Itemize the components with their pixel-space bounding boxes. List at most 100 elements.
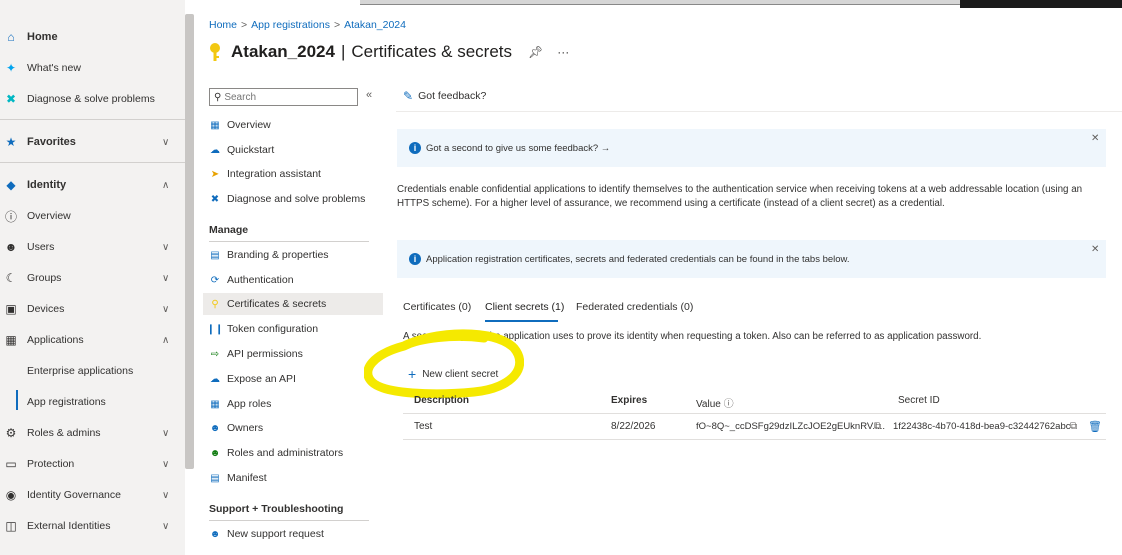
applications-grid-icon: ▦	[5, 333, 17, 347]
nav-identity-governance[interactable]: ◉ Identity Governance ∨	[0, 483, 185, 507]
nav-identity[interactable]: ◆ Identity ∧	[0, 173, 185, 197]
close-icon[interactable]: ✕	[1091, 133, 1099, 144]
branding-icon: ▤	[210, 249, 220, 261]
nav-whats-new[interactable]: ✦ What's new	[0, 56, 185, 80]
nav-enterprise-apps[interactable]: Enterprise applications	[0, 359, 185, 383]
menu-overview[interactable]: ▦ Overview	[203, 114, 383, 136]
identity-diamond-icon: ◆	[6, 178, 16, 192]
page-title: Atakan_2024 | Certificates & secrets 📌︎ …	[209, 40, 569, 64]
nav-protection-label: Protection	[27, 458, 75, 470]
menu-token-config-label: Token configuration	[227, 323, 319, 335]
menu-quickstart[interactable]: ☁ Quickstart	[203, 139, 383, 161]
tab-client-secrets[interactable]: Client secrets (1)	[485, 301, 564, 313]
browser-top-dark	[960, 0, 1122, 8]
nav-roles-admins[interactable]: ⚙ Roles & admins ∨	[0, 421, 185, 445]
tab-certificates[interactable]: Certificates (0)	[403, 301, 471, 313]
cell-value: fO~8Q~_ccDSFg29dzILZcJOE2gEUknRV.l...	[696, 421, 886, 432]
nav-devices-label: Devices	[27, 303, 65, 315]
menu-token-config[interactable]: ❙❙ Token configuration	[203, 318, 383, 340]
devices-icon: ▣	[5, 302, 17, 316]
yellow-highlight-annotation	[364, 329, 524, 398]
breadcrumb-separator-icon: >	[333, 19, 341, 31]
token-bars-icon: ❙❙	[206, 323, 224, 335]
nav-users-label: Users	[27, 241, 55, 253]
breadcrumb-home[interactable]: Home	[209, 19, 237, 31]
feedback-info-text[interactable]: Got a second to give us some feedback? →	[426, 143, 610, 154]
nav-diagnose[interactable]: ✖ Diagnose & solve problems	[0, 87, 185, 111]
feedback-info-bar: i Got a second to give us some feedback?…	[397, 129, 1106, 167]
close-icon[interactable]: ✕	[1091, 244, 1099, 255]
lock-icon: ▭	[5, 457, 17, 471]
menu-search-box[interactable]: ⚲	[209, 88, 358, 106]
user-icon: ☻	[4, 240, 18, 254]
menu-owners[interactable]: ☻ Owners	[203, 417, 383, 439]
menu-divider	[209, 520, 369, 521]
table-header-divider	[403, 413, 1106, 414]
chevron-up-icon: ∧	[162, 179, 170, 191]
menu-new-support[interactable]: ☻ New support request	[203, 523, 383, 545]
chevron-down-icon: ∨	[162, 489, 170, 501]
menu-branding[interactable]: ▤ Branding & properties	[203, 244, 383, 266]
cell-expires: 8/22/2026	[611, 421, 656, 432]
nav-external-identities[interactable]: ◫ External Identities ∨	[0, 514, 185, 538]
cell-secret-id: 1f22438c-4b70-418d-bea9-c32442762abc	[893, 421, 1071, 432]
nav-app-registrations[interactable]: App registrations	[0, 390, 185, 414]
delete-icon[interactable]: 🗑︎	[1088, 420, 1102, 433]
collapse-menu-icon[interactable]: «	[366, 89, 372, 101]
command-bar-divider	[396, 111, 1122, 112]
menu-roles-admins[interactable]: ☻ Roles and administrators	[203, 442, 383, 464]
menu-integration-assistant[interactable]: ➤ Integration assistant	[203, 163, 383, 185]
menu-app-roles[interactable]: ▦ App roles	[203, 393, 383, 415]
active-tab-indicator	[485, 320, 558, 322]
roles-admins-icon: ☻	[209, 447, 221, 459]
nav-groups[interactable]: ☾ Groups ∨	[0, 266, 185, 290]
got-feedback-button[interactable]: ✎ Got feedback?	[403, 89, 486, 103]
menu-manifest[interactable]: ▤ Manifest	[203, 467, 383, 489]
menu-diagnose-label: Diagnose and solve problems	[227, 193, 366, 205]
chevron-down-icon: ∨	[162, 303, 170, 315]
tab-federated-credentials[interactable]: Federated credentials (0)	[576, 301, 693, 313]
browser-top-strip	[360, 0, 960, 5]
tabs-info-bar: i Application registration certificates,…	[397, 240, 1106, 278]
megaphone-icon: ✦	[5, 61, 17, 75]
more-options-icon[interactable]: ···	[557, 45, 569, 59]
menu-search-input[interactable]	[224, 91, 345, 103]
cloud-icon: ☁	[210, 373, 220, 385]
menu-owners-label: Owners	[227, 422, 264, 434]
api-permissions-icon: ⇨	[210, 348, 220, 360]
menu-new-support-label: New support request	[227, 528, 324, 540]
menu-api-permissions[interactable]: ⇨ API permissions	[203, 343, 383, 365]
nav-devices[interactable]: ▣ Devices ∨	[0, 297, 185, 321]
nav-home[interactable]: ⌂ Home	[0, 25, 185, 49]
roles-icon: ⚙	[5, 426, 17, 440]
menu-certificates[interactable]: ⚲ Certificates & secrets	[203, 293, 383, 315]
nav-favorites[interactable]: ★ Favorites ∨	[0, 130, 185, 154]
nav-applications[interactable]: ▦ Applications ∧	[0, 328, 185, 352]
rocket-icon: ➤	[210, 168, 220, 180]
nav-users[interactable]: ☻ Users ∨	[0, 235, 185, 259]
title-app-name: Atakan_2024	[231, 42, 335, 61]
manifest-icon: ▤	[210, 472, 220, 484]
menu-authentication-label: Authentication	[227, 274, 294, 286]
home-icon: ⌂	[7, 30, 15, 44]
col-header-value-label: Value	[696, 399, 721, 410]
menu-expose-api-label: Expose an API	[227, 373, 296, 385]
nav-overview[interactable]: ⓘ Overview	[0, 204, 185, 228]
feedback-icon: ✎	[403, 89, 414, 103]
nav-protection[interactable]: ▭ Protection ∨	[0, 452, 185, 476]
menu-authentication[interactable]: ⟳ Authentication	[203, 269, 383, 291]
info-circle-icon[interactable]: ⓘ	[724, 399, 734, 410]
table-row-divider	[403, 439, 1106, 440]
copy-icon[interactable]: ⧉	[874, 421, 881, 432]
pin-icon[interactable]: 📌︎	[528, 45, 543, 59]
external-identities-icon: ◫	[5, 519, 17, 533]
cell-description: Test	[414, 421, 433, 432]
menu-expose-api[interactable]: ☁ Expose an API	[203, 368, 383, 390]
breadcrumb-app[interactable]: Atakan_2024	[344, 19, 406, 31]
left-nav-scrollbar[interactable]	[185, 14, 194, 469]
new-client-secret-button[interactable]: + New client secret	[408, 367, 498, 381]
menu-diagnose[interactable]: ✖ Diagnose and solve problems	[203, 188, 383, 210]
tabs-info-text: Application registration certificates, s…	[426, 253, 850, 265]
breadcrumb-app-registrations[interactable]: App registrations	[251, 19, 330, 31]
copy-icon[interactable]: ⧉	[1070, 421, 1077, 432]
